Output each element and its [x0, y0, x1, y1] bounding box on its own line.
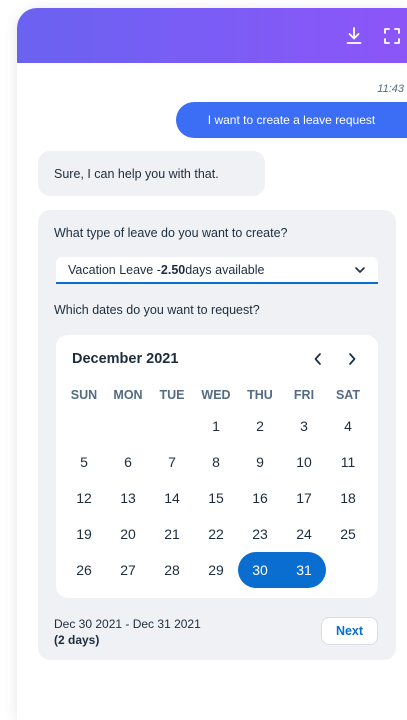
weekday-label: SUN	[70, 388, 98, 402]
chevron-left-icon[interactable]	[308, 349, 328, 369]
calendar-week: 12 13 14 15 16 17 18	[62, 480, 370, 516]
calendar-day-selected-start[interactable]: 30	[238, 552, 282, 588]
leave-balance-amount: 2.50	[160, 262, 186, 277]
calendar-week: 5 6 7 8 9 10 11	[62, 444, 370, 480]
calendar-day[interactable]: 28	[150, 552, 194, 588]
next-button[interactable]: Next	[321, 617, 378, 645]
chat-window: 11:43 I want to create a leave request S…	[17, 8, 407, 720]
calendar-day[interactable]: 14	[150, 480, 194, 516]
calendar-day[interactable]: 6	[106, 444, 150, 480]
calendar-day[interactable]: 9	[238, 444, 282, 480]
calendar-day[interactable]: 21	[150, 516, 194, 552]
calendar-day[interactable]: 12	[62, 480, 106, 516]
leave-type-prefix: Vacation Leave -	[68, 262, 161, 277]
calendar-day[interactable]: 4	[326, 408, 370, 444]
leave-request-card: What type of leave do you want to create…	[38, 210, 396, 660]
calendar-day[interactable]: 26	[62, 552, 106, 588]
calendar-week: 1 2 3 4	[62, 408, 370, 444]
calendar-day[interactable]: 22	[194, 516, 238, 552]
calendar-week: 26 27 28 29 30 31	[62, 552, 370, 588]
calendar-day[interactable]: 15	[194, 480, 238, 516]
leave-type-suffix: days available	[185, 262, 265, 277]
chevron-right-icon[interactable]	[342, 349, 362, 369]
weekday-label: MON	[113, 388, 143, 402]
calendar-day-empty	[150, 408, 194, 444]
calendar-day[interactable]: 5	[62, 444, 106, 480]
weekday-label: WED	[201, 388, 231, 402]
weekday-label: THU	[247, 388, 273, 402]
selected-range-label: Dec 30 2021 - Dec 31 2021	[54, 617, 201, 631]
calendar-day-selected-end[interactable]: 31	[282, 552, 326, 588]
calendar-day-empty	[106, 408, 150, 444]
message-timestamp: 11:43	[377, 83, 404, 95]
calendar-day[interactable]: 20	[106, 516, 150, 552]
leave-type-question: What type of leave do you want to create…	[54, 226, 288, 240]
calendar-day[interactable]: 25	[326, 516, 370, 552]
calendar-grid: SUN MON TUE WED THU FRI SAT 1 2 3 4 5 6 …	[62, 382, 370, 588]
selected-days-count: (2 days)	[54, 633, 100, 647]
leave-type-select[interactable]: Vacation Leave - 2.50 days available	[56, 257, 378, 284]
calendar-day[interactable]: 24	[282, 516, 326, 552]
dates-question: Which dates do you want to request?	[54, 303, 260, 317]
calendar-day[interactable]: 19	[62, 516, 106, 552]
user-message-bubble: I want to create a leave request	[176, 102, 407, 138]
weekday-label: SAT	[335, 388, 361, 402]
calendar-day[interactable]: 1	[194, 408, 238, 444]
calendar-day[interactable]: 13	[106, 480, 150, 516]
download-icon[interactable]	[343, 25, 365, 47]
calendar-day[interactable]: 27	[106, 552, 150, 588]
calendar-day[interactable]: 11	[326, 444, 370, 480]
weekday-label: FRI	[293, 388, 315, 402]
calendar-day[interactable]: 23	[238, 516, 282, 552]
calendar-day[interactable]: 8	[194, 444, 238, 480]
calendar-day[interactable]: 16	[238, 480, 282, 516]
calendar-day[interactable]: 18	[326, 480, 370, 516]
selected-range-summary: Dec 30 2021 - Dec 31 2021 (2 days)	[54, 616, 201, 648]
chevron-down-icon	[354, 264, 366, 279]
calendar-day-empty	[62, 408, 106, 444]
calendar-day[interactable]: 17	[282, 480, 326, 516]
chat-header	[17, 8, 407, 63]
date-range-calendar: December 2021 SUN MON TUE WED THU FRI SA…	[56, 335, 378, 598]
calendar-day[interactable]: 7	[150, 444, 194, 480]
calendar-day-empty	[326, 552, 370, 588]
calendar-day[interactable]: 29	[194, 552, 238, 588]
calendar-day[interactable]: 10	[282, 444, 326, 480]
calendar-day[interactable]: 2	[238, 408, 282, 444]
bot-message-bubble: Sure, I can help you with that.	[38, 151, 265, 196]
weekday-label: TUE	[159, 388, 185, 402]
calendar-day[interactable]: 3	[282, 408, 326, 444]
fullscreen-icon[interactable]	[381, 25, 403, 47]
weekday-header: SUN MON TUE WED THU FRI SAT	[62, 382, 370, 408]
calendar-month-label: December 2021	[72, 351, 179, 367]
calendar-week: 19 20 21 22 23 24 25	[62, 516, 370, 552]
